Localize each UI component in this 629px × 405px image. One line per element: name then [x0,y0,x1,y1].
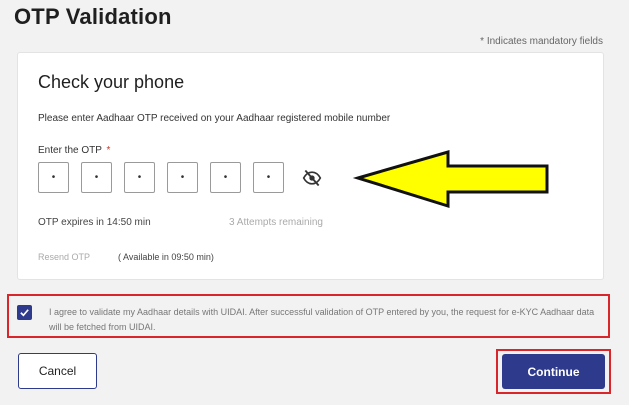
continue-button[interactable]: Continue [502,354,605,389]
otp-digit-1[interactable]: • [38,162,69,193]
consent-text: I agree to validate my Aadhaar details w… [49,307,595,332]
required-mark: * [106,145,111,156]
otp-input-group: • • • • • • [38,162,324,193]
card-subtitle: Please enter Aadhaar OTP received on you… [38,113,391,124]
resend-availability-text: ( Available in 09:50 min) [118,252,214,262]
otp-digit-5[interactable]: • [210,162,241,193]
consent-section: I agree to validate my Aadhaar details w… [7,294,610,338]
consent-checkbox[interactable] [17,305,32,320]
otp-digit-3[interactable]: • [124,162,155,193]
mandatory-note: * Indicates mandatory fields [480,36,603,47]
otp-expiry-text: OTP expires in 14:50 min [38,217,151,228]
cancel-button[interactable]: Cancel [18,353,97,389]
continue-highlight: Continue [496,349,611,394]
otp-digit-6[interactable]: • [253,162,284,193]
eye-off-icon[interactable] [300,166,324,190]
card-title: Check your phone [38,72,185,92]
attempts-remaining-text: 3 Attempts remaining [229,217,323,228]
page-title: OTP Validation [14,4,172,29]
resend-otp-link[interactable]: Resend OTP [38,252,90,262]
otp-digit-4[interactable]: • [167,162,198,193]
arrow-shape [352,150,549,209]
yellow-arrow-annotation [352,150,549,209]
check-icon [20,309,29,317]
otp-digit-2[interactable]: • [81,162,112,193]
otp-label-text: Enter the OTP [38,145,102,156]
otp-label: Enter the OTP * [38,145,110,156]
